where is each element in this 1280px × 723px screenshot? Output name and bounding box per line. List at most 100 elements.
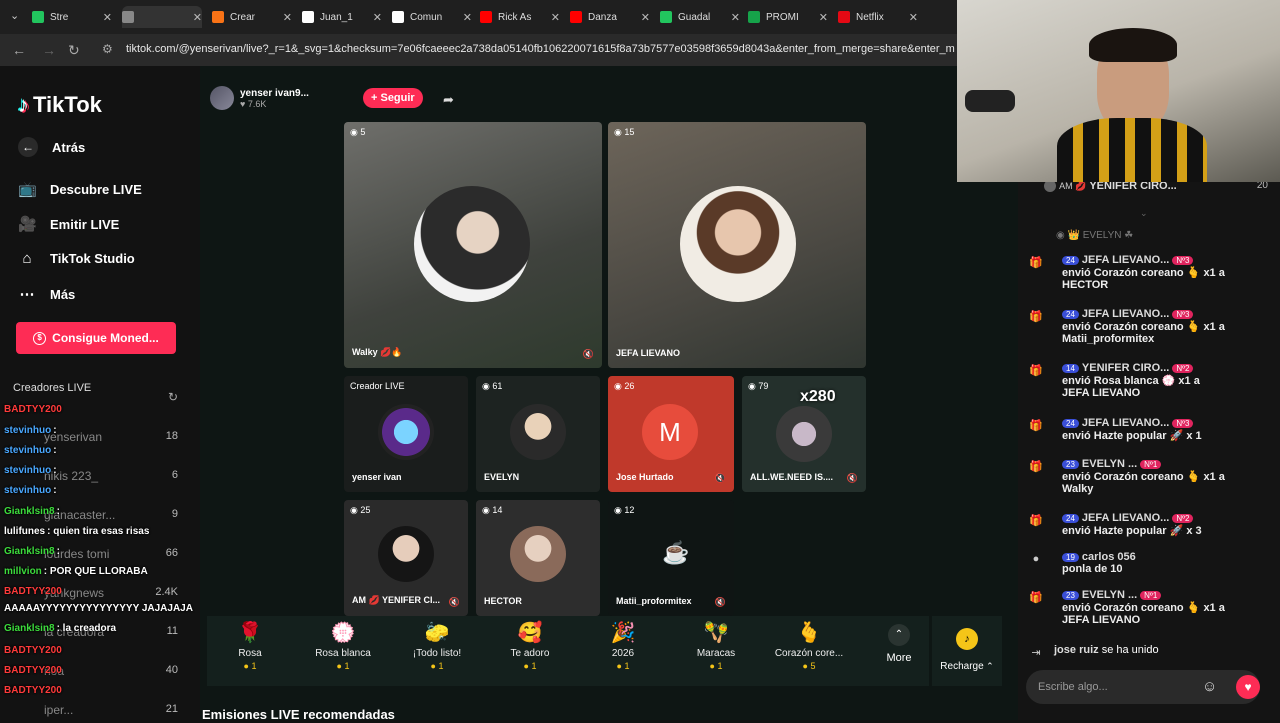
reload-icon[interactable]: ↻ xyxy=(68,42,80,59)
tab-close-icon[interactable]: ✕ xyxy=(819,11,828,24)
browser-tab[interactable]: PROMI ✕ xyxy=(748,6,828,28)
tab-close-icon[interactable]: ✕ xyxy=(641,11,650,24)
tab-close-icon[interactable]: ✕ xyxy=(909,11,918,24)
heart-icon[interactable]: ♥ xyxy=(1236,675,1260,699)
host-info[interactable]: yenser ivan9... ♥ 7.6K xyxy=(210,86,309,110)
browser-tab[interactable]: Juan_1 ✕ xyxy=(302,6,382,28)
emoji-icon[interactable]: ☺ xyxy=(1202,678,1217,695)
overlay-user: Gianklsin8 xyxy=(4,546,55,557)
gift-item[interactable]: 🎉 2026 ● 1 xyxy=(583,620,663,671)
browser-tab[interactable]: Crear ✕ xyxy=(212,6,292,28)
chat-text: ponla de 10 xyxy=(1062,563,1123,575)
chat-input[interactable]: Escribe algo... xyxy=(1026,670,1260,704)
tab-favicon-icon xyxy=(748,11,760,23)
url-field[interactable]: tiktok.com/@yenserivan/live?_r=1&_svg=1&… xyxy=(126,43,956,55)
refresh-icon[interactable]: ↻ xyxy=(168,390,178,404)
chat-username[interactable]: JEFA LIEVANO... xyxy=(1082,308,1169,320)
user-avatar: ● xyxy=(1032,553,1040,565)
browser-tab[interactable]: Netflix ✕ xyxy=(838,6,918,28)
nav-item-more[interactable]: ⋯ Más xyxy=(18,285,76,303)
back-link[interactable]: ← Atrás xyxy=(18,137,85,157)
tab-close-icon[interactable]: ✕ xyxy=(193,11,202,24)
guest-tile[interactable]: ◉ 14 HECTOR xyxy=(476,500,600,616)
guest-avatar xyxy=(510,404,566,460)
viewer-count: 11 xyxy=(166,625,178,637)
guest-tile[interactable]: ◉ 26 M Jose Hurtado 🔇 xyxy=(608,376,734,492)
tab-list-chevron-icon[interactable]: ⌄ xyxy=(10,9,19,22)
chat-username[interactable]: EVELYN ... xyxy=(1082,458,1137,470)
level-badge: 19 xyxy=(1062,553,1079,562)
browser-tab[interactable]: Stre ✕ xyxy=(32,6,112,28)
left-sidebar: ♪ TikTok ← Atrás 📺 Descubre LIVE 🎥 Emitir … xyxy=(0,66,200,720)
browser-tab[interactable]: Guadal ✕ xyxy=(660,6,740,28)
chat-username[interactable]: JEFA LIEVANO... xyxy=(1082,512,1169,524)
browser-tab[interactable]: Comun ✕ xyxy=(392,6,472,28)
gift-label: Maracas xyxy=(696,648,736,659)
chat-message: 🎁 24 JEFA LIEVANO... Nº3 envió Corazón corea… xyxy=(1028,254,1274,302)
guest-name: Matii_proformitex xyxy=(616,596,692,606)
follow-button[interactable]: + Seguir xyxy=(363,88,423,108)
chat-username[interactable]: carlos 056 xyxy=(1082,551,1136,563)
chat-username[interactable]: EVELYN ... xyxy=(1082,589,1137,601)
tv-icon: 📺 xyxy=(18,181,37,198)
overlay-user: Gianklsin8 xyxy=(4,623,55,634)
tab-label: Crear xyxy=(230,11,256,23)
tab-favicon-icon xyxy=(570,11,582,23)
guest-name: HECTOR xyxy=(484,596,522,606)
guest-tile[interactable]: ◉ 5 Walky 💋🔥 🔇 xyxy=(344,122,602,368)
host-avatar[interactable] xyxy=(210,86,234,110)
tiktok-logo[interactable]: ♪ TikTok xyxy=(18,92,102,118)
tab-close-icon[interactable]: ✕ xyxy=(731,11,740,24)
address-bar: ← → ↻ ⚙ tiktok.com/@yenserivan/live?_r=1… xyxy=(0,34,960,66)
chat-username[interactable]: YENIFER CIRO... xyxy=(1082,362,1169,374)
viewer-count: 66 xyxy=(165,547,178,559)
browser-tab[interactable]: ✕ xyxy=(122,6,202,28)
guest-tile[interactable]: ◉ 15 JEFA LIEVANO xyxy=(608,122,866,368)
guest-tile[interactable]: ◉ 25 AM 💋 YENIFER CI... 🔇 xyxy=(344,500,468,616)
chat-username[interactable]: JEFA LIEVANO... xyxy=(1082,254,1169,266)
gift-item[interactable]: 🌹 Rosa ● 1 xyxy=(210,620,290,671)
overlay-chat-line: Gianklsin8: la creadora xyxy=(4,623,116,634)
tab-close-icon[interactable]: ✕ xyxy=(283,11,292,24)
host-tile[interactable]: Creador LIVE yenser ivan xyxy=(344,376,468,492)
nav-item-discover-live[interactable]: 📺 Descubre LIVE xyxy=(18,180,142,198)
tab-favicon-icon xyxy=(302,11,314,23)
recharge-button[interactable]: ♪ Recharge ⌃ xyxy=(932,616,1002,686)
nav-item-go-live[interactable]: 🎥 Emitir LIVE xyxy=(18,215,119,233)
gift-item[interactable]: 🫰 Corazón core... ● 5 xyxy=(769,620,849,671)
tab-close-icon[interactable]: ✕ xyxy=(551,11,560,24)
gift-item[interactable]: 🥰 Te adoro ● 1 xyxy=(490,620,570,671)
nav-item-tiktok-studio[interactable]: ⌂ TikTok Studio xyxy=(18,250,134,267)
overlay-user: lulifunes xyxy=(4,526,46,537)
site-info-icon[interactable]: ⚙ xyxy=(102,42,113,56)
tab-close-icon[interactable]: ✕ xyxy=(463,11,472,24)
tab-close-icon[interactable]: ✕ xyxy=(373,11,382,24)
gift-price: ● 1 xyxy=(676,661,756,671)
guest-avatar xyxy=(510,526,566,582)
guest-tile[interactable]: ◉ 12 ☕ Matii_proformitex 🔇 xyxy=(608,500,734,616)
guest-tile[interactable]: ◉ 79 x280 ALL.WE.NEED IS.... 🔇 xyxy=(742,376,866,492)
gift-recipient: JEFA LIEVANO xyxy=(1062,387,1141,399)
live-creator-item[interactable]: iper... 21 xyxy=(10,703,190,723)
browser-tab[interactable]: Danza ✕ xyxy=(570,6,650,28)
gift-price: ● 1 xyxy=(583,661,663,671)
gift-icon: 🎁 xyxy=(1029,365,1043,377)
browser-tab[interactable]: Rick As ✕ xyxy=(480,6,560,28)
back-arrow-icon[interactable]: ← xyxy=(12,42,26,58)
tab-close-icon[interactable]: ✕ xyxy=(103,11,112,24)
share-icon[interactable]: ➦ xyxy=(443,92,454,108)
scroll-down-icon[interactable]: ⌄ xyxy=(1140,208,1148,219)
level-badge: 24 xyxy=(1062,310,1079,319)
guest-tile[interactable]: ◉ 61 EVELYN xyxy=(476,376,600,492)
ellipsis-icon: ⋯ xyxy=(19,286,35,303)
chat-text: envió Rosa blanca 💮 x1 a xyxy=(1062,375,1200,387)
mic-muted-icon: 🔇 xyxy=(846,473,858,483)
gift-item[interactable]: 🪇 Maracas ● 1 xyxy=(676,620,756,671)
forward-arrow-icon[interactable]: → xyxy=(42,42,56,58)
chat-username[interactable]: JEFA LIEVANO... xyxy=(1082,417,1169,429)
gift-item[interactable]: 💮 Rosa blanca ● 1 xyxy=(303,620,383,671)
gift-item[interactable]: 🧽 ¡Todo listo! ● 1 xyxy=(397,620,477,671)
cup-icon: ☕ xyxy=(662,540,690,565)
more-gifts-button[interactable]: ⌃ More xyxy=(869,624,929,664)
get-coins-button[interactable]: $ Consigue Moned... xyxy=(16,322,176,354)
